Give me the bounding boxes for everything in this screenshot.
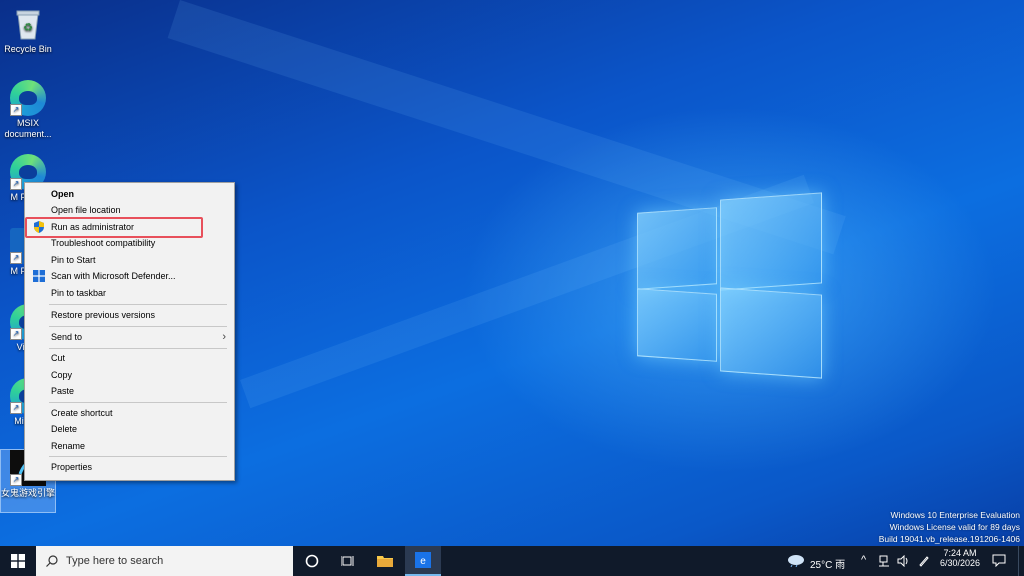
menu-item-label: Send to bbox=[51, 332, 83, 342]
menu-item-label: Copy bbox=[51, 370, 73, 380]
menu-item-rename[interactable]: Rename bbox=[25, 438, 234, 454]
wallpaper-logo-pane bbox=[637, 288, 717, 362]
taskbar-search-box[interactable]: Type here to search bbox=[36, 546, 293, 576]
menu-separator bbox=[49, 304, 227, 305]
chevron-up-icon[interactable]: ^ bbox=[861, 554, 866, 566]
menu-item-label: Paste bbox=[51, 386, 75, 396]
watermark-line: Build 19041.vb_release.191206-1406 bbox=[878, 534, 1020, 544]
menu-item-label: Delete bbox=[51, 424, 78, 434]
menu-item-label: Pin to Start bbox=[51, 255, 96, 265]
desktop-icon-label: MSIX document... bbox=[4, 118, 52, 139]
shortcut-arrow-icon: ↗ bbox=[10, 474, 22, 486]
menu-item-properties[interactable]: Properties bbox=[25, 459, 234, 475]
search-icon bbox=[46, 555, 58, 567]
shortcut-arrow-icon: ↗ bbox=[10, 178, 22, 190]
wallpaper-logo-pane bbox=[637, 207, 717, 290]
recycle-bin-icon: ♻ bbox=[10, 6, 46, 42]
menu-item-label: Pin to taskbar bbox=[51, 288, 107, 298]
menu-item-copy[interactable]: Copy bbox=[25, 367, 234, 383]
weather-text[interactable]: 25°C 雨 bbox=[810, 556, 845, 571]
menu-item-pin-to-start[interactable]: Pin to Start bbox=[25, 252, 234, 268]
menu-item-label: Scan with Microsoft Defender... bbox=[51, 271, 176, 281]
edge-icon: ↗ bbox=[10, 80, 46, 116]
cortana-circle-icon bbox=[305, 554, 319, 568]
menu-item-paste[interactable]: Paste bbox=[25, 383, 234, 399]
wallpaper-logo-pane bbox=[720, 192, 822, 291]
desktop-icon-msix-document[interactable]: ↗ MSIX document... bbox=[1, 80, 55, 140]
windows-logo-icon bbox=[11, 554, 25, 568]
menu-item-label: Cut bbox=[51, 353, 66, 363]
desktop[interactable]: ♻ Recycle Bin ↗ MSIX document... ↗ M Pac… bbox=[0, 0, 1024, 546]
taskbar: Type here to search e 25°C 雨 ^ 7:24 AM 6… bbox=[0, 546, 1024, 576]
menu-separator bbox=[49, 456, 227, 457]
task-view-icon bbox=[341, 556, 354, 566]
windows-evaluation-watermark: Windows 10 Enterprise Evaluation Windows… bbox=[879, 509, 1020, 545]
watermark-line: Windows 10 Enterprise Evaluation bbox=[890, 510, 1020, 520]
cortana-button[interactable] bbox=[294, 546, 330, 576]
menu-item-delete[interactable]: Delete bbox=[25, 421, 234, 437]
menu-item-cut[interactable]: Cut bbox=[25, 350, 234, 366]
menu-item-label: Rename bbox=[51, 441, 86, 451]
taskbar-app-button[interactable]: e bbox=[405, 546, 441, 576]
file-explorer-button[interactable] bbox=[367, 546, 403, 576]
search-placeholder: Type here to search bbox=[66, 555, 164, 567]
menu-item-open-file-location[interactable]: Open file location bbox=[25, 202, 234, 218]
weather-cloud-icon bbox=[788, 555, 804, 567]
app-icon: e bbox=[415, 552, 431, 568]
task-view-button[interactable] bbox=[330, 546, 366, 576]
shortcut-arrow-icon: ↗ bbox=[10, 104, 22, 116]
menu-item-label: Create shortcut bbox=[51, 408, 113, 418]
annotation-highlight-box bbox=[25, 217, 203, 238]
menu-item-pin-to-taskbar[interactable]: Pin to taskbar bbox=[25, 285, 234, 301]
desktop-icon-label: Recycle Bin bbox=[4, 44, 52, 54]
clock-time: 7:24 AM bbox=[943, 548, 977, 558]
watermark-line: Windows License valid for 89 days bbox=[889, 522, 1020, 532]
start-button[interactable] bbox=[0, 546, 36, 576]
menu-item-label: Restore previous versions bbox=[51, 310, 156, 320]
show-desktop-button[interactable] bbox=[1018, 546, 1024, 576]
menu-item-open[interactable]: Open bbox=[25, 186, 234, 202]
menu-item-scan-with-defender[interactable]: Scan with Microsoft Defender... bbox=[25, 268, 234, 284]
menu-item-restore-previous-versions[interactable]: Restore previous versions bbox=[25, 307, 234, 323]
network-icon[interactable] bbox=[879, 555, 891, 567]
menu-item-label: Open file location bbox=[51, 205, 121, 215]
menu-separator bbox=[49, 326, 227, 327]
notification-icon[interactable] bbox=[992, 554, 1006, 567]
menu-item-send-to[interactable]: Send to › bbox=[25, 329, 234, 345]
wallpaper-logo-pane bbox=[720, 287, 822, 379]
menu-item-label: Open bbox=[51, 189, 75, 199]
clock-date: 6/30/2026 bbox=[939, 558, 981, 568]
shortcut-arrow-icon: ↗ bbox=[10, 328, 22, 340]
svg-text:♻: ♻ bbox=[23, 22, 33, 34]
menu-item-create-shortcut[interactable]: Create shortcut bbox=[25, 405, 234, 421]
folder-icon bbox=[377, 556, 393, 567]
menu-separator bbox=[49, 402, 227, 403]
chevron-right-icon: › bbox=[222, 331, 226, 343]
defender-icon bbox=[33, 270, 45, 282]
shortcut-arrow-icon: ↗ bbox=[10, 402, 22, 414]
volume-icon[interactable] bbox=[897, 555, 911, 567]
menu-separator bbox=[49, 348, 227, 349]
menu-item-label: Properties bbox=[51, 462, 93, 472]
pen-icon[interactable] bbox=[918, 555, 930, 567]
desktop-icon-recycle-bin[interactable]: ♻ Recycle Bin bbox=[1, 6, 55, 55]
shortcut-arrow-icon: ↗ bbox=[10, 252, 22, 264]
clock[interactable]: 7:24 AM 6/30/2026 bbox=[935, 548, 985, 568]
svg-text:e: e bbox=[420, 556, 426, 567]
desktop-icon-label: 女鬼游戏引擎 bbox=[1, 488, 56, 498]
